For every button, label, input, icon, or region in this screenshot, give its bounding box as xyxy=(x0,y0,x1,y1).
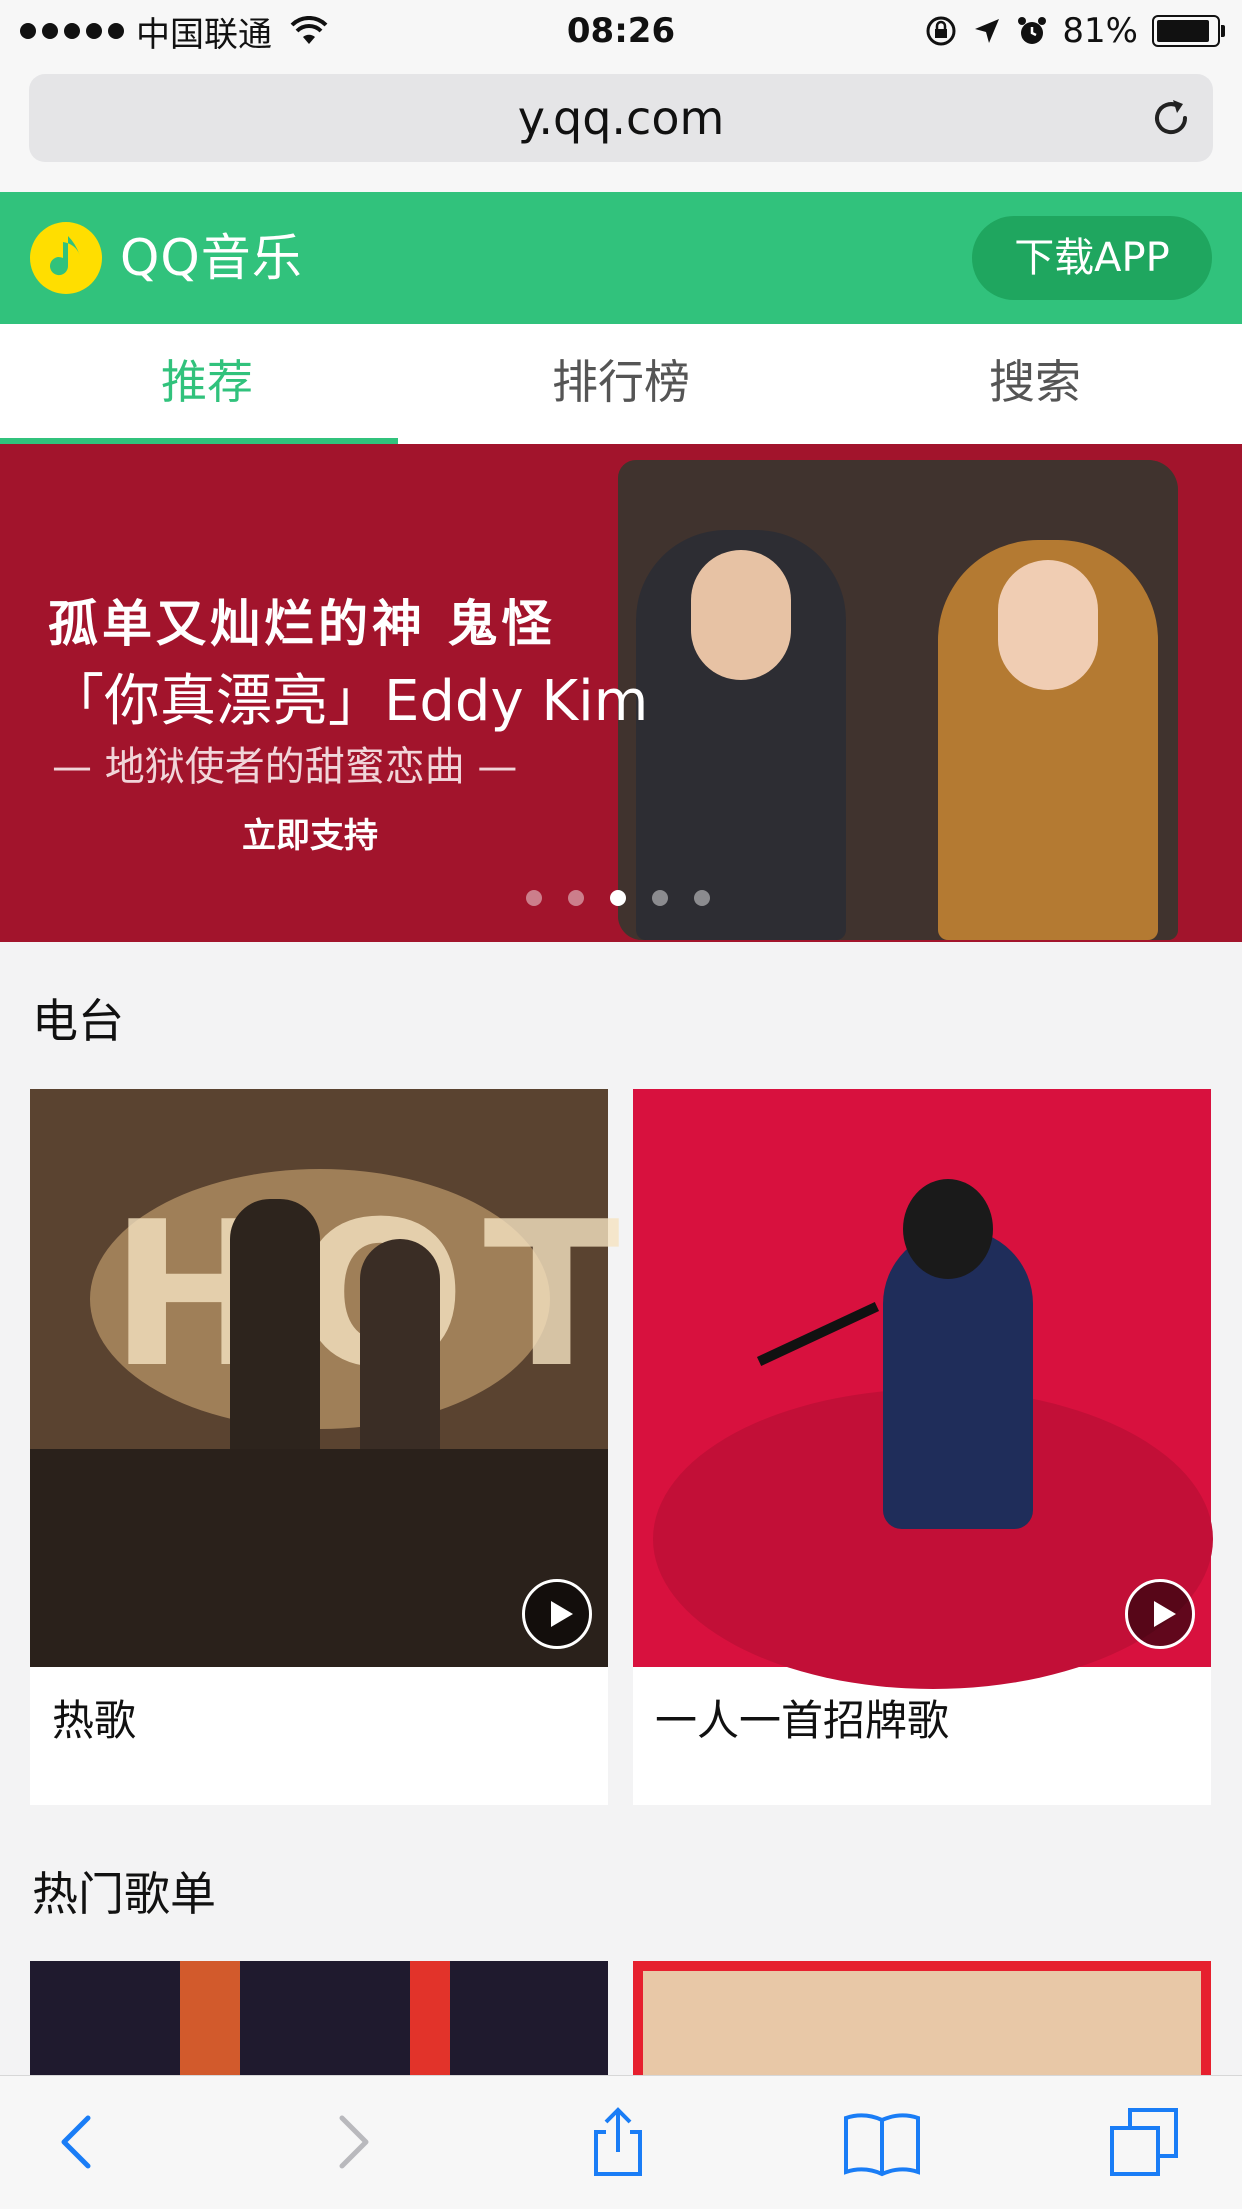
app-name: QQ音乐 xyxy=(120,229,303,287)
pager-dot[interactable] xyxy=(568,890,584,906)
reload-icon[interactable] xyxy=(1147,94,1195,142)
play-icon[interactable] xyxy=(522,1579,592,1649)
pager-dot[interactable] xyxy=(526,890,542,906)
tabs-icon[interactable] xyxy=(1106,2102,1186,2182)
radio-card-label[interactable]: 热歌 xyxy=(52,1687,136,1748)
playlist-cover[interactable] xyxy=(633,1961,1211,2081)
url-text[interactable]: y.qq.com xyxy=(29,74,1213,162)
app-header: QQ音乐 下载APP xyxy=(0,192,1242,324)
banner-subtitle: — 地狱使者的甜蜜恋曲 — xyxy=(52,744,518,790)
banner-photo xyxy=(618,460,1178,940)
share-icon[interactable] xyxy=(578,2102,658,2182)
banner-pager xyxy=(526,890,710,906)
alarm-icon xyxy=(1018,17,1047,44)
banner-cta[interactable]: 立即支持 xyxy=(242,808,378,857)
pager-dot[interactable] xyxy=(694,890,710,906)
battery-icon xyxy=(1152,15,1225,47)
rotation-lock-icon xyxy=(926,16,956,46)
tab-search[interactable]: 搜索 xyxy=(828,324,1242,444)
tab-bar: 推荐 排行榜 搜索 xyxy=(0,324,1242,444)
status-bar: 中国联通 08:26 81% xyxy=(0,0,1242,62)
radio-card-label[interactable]: 一人一首招牌歌 xyxy=(655,1687,949,1748)
play-icon[interactable] xyxy=(1125,1579,1195,1649)
forward-icon[interactable] xyxy=(312,2102,392,2182)
radio-card-hot[interactable]: HOT 热歌 xyxy=(30,1089,620,1805)
radio-cover-image[interactable] xyxy=(633,1089,1213,1689)
pager-dot-active[interactable] xyxy=(610,890,626,906)
radio-cover-image[interactable]: HOT xyxy=(30,1089,620,1667)
bookmarks-icon[interactable] xyxy=(842,2102,922,2182)
playlists-section-title: 热门歌单 xyxy=(32,1867,216,1921)
address-bar: y.qq.com xyxy=(0,62,1242,192)
promo-banner[interactable]: 孤单又灿烂的神 鬼怪 「你真漂亮」Eddy Kim — 地狱使者的甜蜜恋曲 — … xyxy=(0,444,1242,942)
status-right: 81% xyxy=(924,10,1225,52)
browser-toolbar xyxy=(0,2075,1242,2209)
radio-section-title: 电台 xyxy=(32,994,124,1048)
banner-headline: 孤单又灿烂的神 鬼怪 xyxy=(48,595,556,653)
back-icon[interactable] xyxy=(38,2102,118,2182)
tab-charts[interactable]: 排行榜 xyxy=(414,324,828,444)
qq-music-logo-icon xyxy=(30,222,102,294)
download-app-button[interactable]: 下载APP xyxy=(972,216,1212,300)
tab-recommend[interactable]: 推荐 xyxy=(0,324,414,444)
playlist-cover[interactable] xyxy=(30,1961,608,2081)
location-icon xyxy=(975,19,1000,43)
battery-percent: 81% xyxy=(1062,11,1138,51)
radio-card-signature[interactable]: 一人一首招牌歌 xyxy=(633,1089,1213,1805)
url-field[interactable]: y.qq.com xyxy=(29,74,1213,162)
pager-dot[interactable] xyxy=(652,890,668,906)
banner-song-title: 「你真漂亮」Eddy Kim xyxy=(48,669,649,734)
